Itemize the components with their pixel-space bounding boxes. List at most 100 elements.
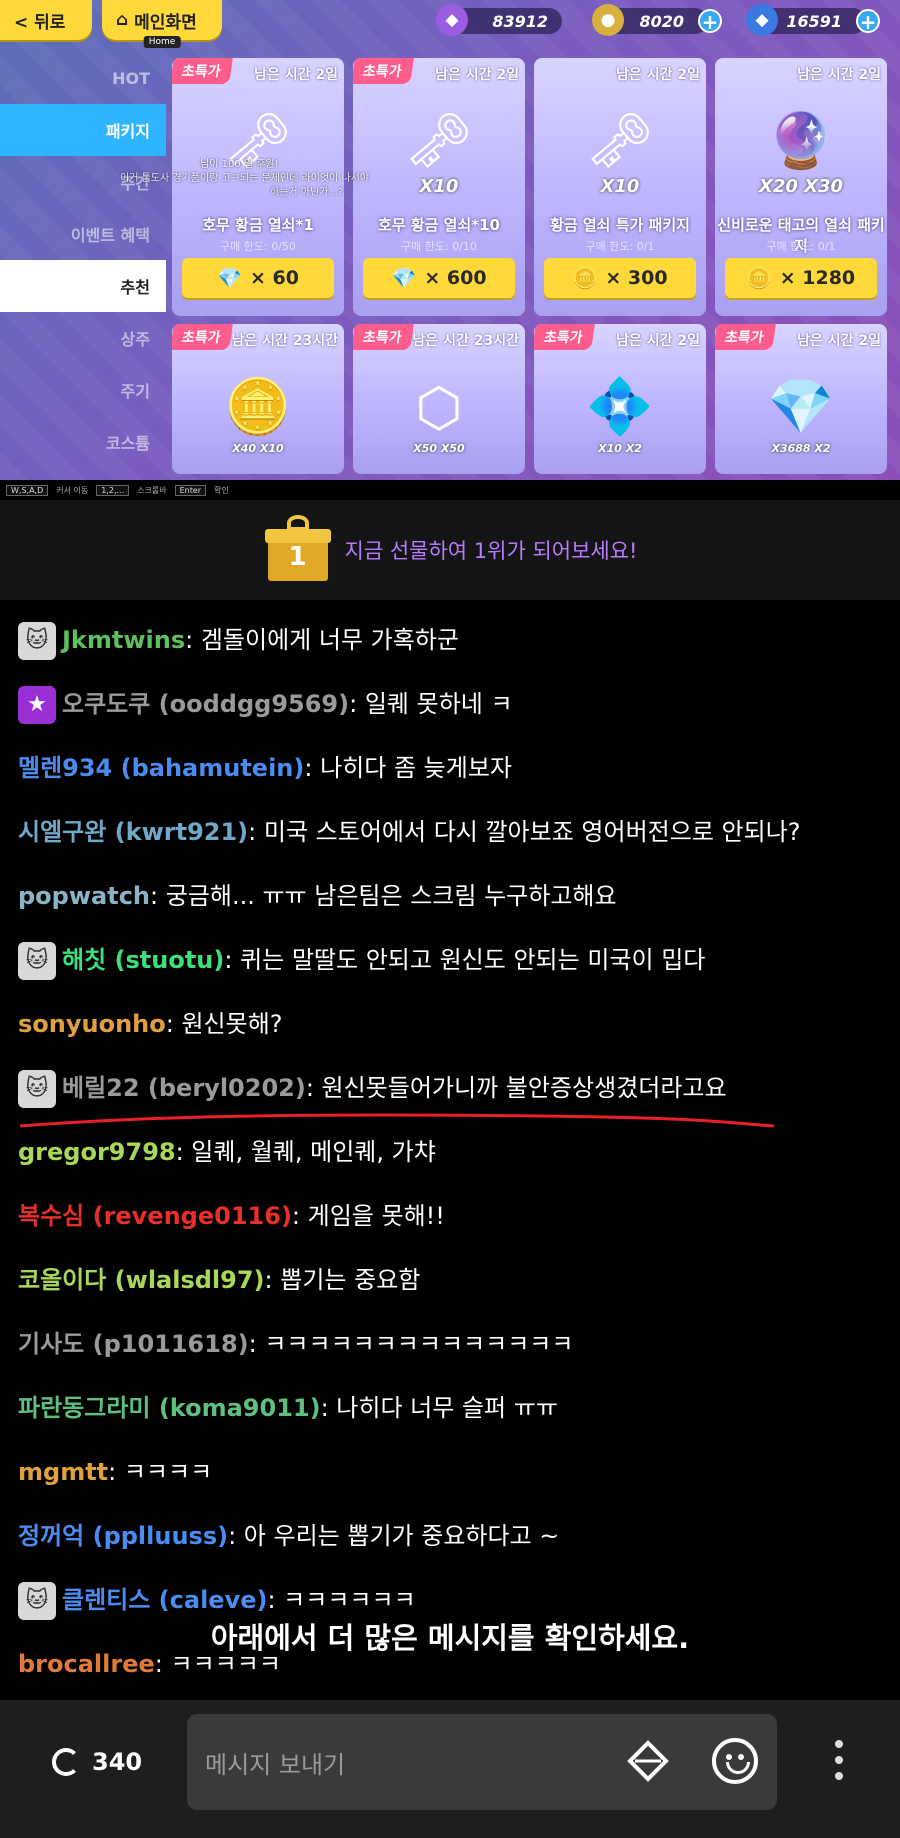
chat-nickname[interactable]: 복수심 (revenge0116)	[18, 1202, 292, 1230]
gift-banner-text: 지금 선물하여 1위가 되어보세요!	[344, 539, 638, 563]
chat-nickname[interactable]: popwatch	[18, 882, 150, 910]
chat-nickname[interactable]: mgmtt	[18, 1458, 108, 1486]
overlay-line: 님이 100 일 후원!	[200, 159, 279, 170]
chat-message: 시엘구완 (kwrt921): 미국 스토어에서 다시 깔아보죠 영어버전으로 …	[18, 814, 882, 850]
purchase-limit: 구매 한도: 0/1	[766, 240, 836, 253]
time-remaining: 남은 시간 2일	[797, 67, 881, 83]
shop-card[interactable]: 초특가 남은 시간 2일 🗝 X10 호무 황금 열쇠*10 구매 한도: 0/10 …	[353, 58, 525, 316]
price-currency-icon: 🪙	[746, 266, 772, 290]
diamond-gift-icon[interactable]	[627, 1740, 669, 1782]
time-remaining: 남은 시간 2일	[435, 67, 519, 83]
key-hint-key: Enter	[174, 484, 207, 496]
shop-card[interactable]: 남은 시간 2일 🔮 X20 X30 신비로운 태고의 열쇠 패키지 구매 한도: …	[715, 58, 887, 316]
chat-message: 코올이다 (wlalsdl97): 뽑기는 중요함	[18, 1262, 882, 1298]
more-messages-notice[interactable]: 아래에서 더 많은 메시지를 확인하세요.	[0, 1615, 900, 1657]
star-icon[interactable]: ★	[18, 686, 56, 724]
home-icon: ⌂	[116, 10, 129, 30]
shop-card[interactable]: 초특가 남은 시간 23시간 🪙 X40 X10	[172, 324, 344, 474]
chat-nickname[interactable]: 코올이다 (wlalsdl97)	[18, 1266, 265, 1294]
menu-label: 추천	[120, 278, 150, 297]
menu-item-hot[interactable]: HOT	[0, 52, 166, 104]
item-multiplier: X50 X50	[413, 442, 465, 455]
chat-nickname[interactable]: 베릴22 (beryl0202)	[62, 1074, 306, 1102]
price-button[interactable]: 🪙 × 1280	[725, 258, 877, 298]
key-hint-key: W,S,A,D	[6, 484, 49, 496]
menu-item-recommended[interactable]: 추천	[0, 260, 166, 312]
menu-item-permanent[interactable]: 상주	[0, 312, 166, 364]
back-label: < 뒤로	[14, 12, 66, 33]
menu-label: 이벤트 혜택	[70, 226, 150, 245]
chat-nickname[interactable]: 오쿠도쿠 (ooddgg9569)	[62, 690, 349, 718]
emoji-icon[interactable]	[712, 1738, 758, 1784]
home-button[interactable]: ⌂ 메인화면 Home	[102, 0, 222, 48]
chat-text: : 일퀘, 월퀘, 메인퀘, 가챠	[175, 1138, 436, 1166]
chat-message: 멜렌934 (bahamutein): 나히다 좀 늦게보자	[18, 750, 882, 786]
shop-card[interactable]: 초특가 남은 시간 23시간 ⬡ X50 X50	[353, 324, 525, 474]
chat-bottom-bar: 340 메시지 보내기	[0, 1700, 900, 1838]
time-remaining: 남은 시간 2일	[797, 333, 881, 349]
purchase-limit: 구매 한도: 0/50	[220, 240, 296, 253]
chat-input[interactable]: 메시지 보내기	[187, 1714, 777, 1810]
gift-banner[interactable]: 1 지금 선물하여 1위가 되어보세요!	[0, 500, 900, 600]
cat-avatar-icon[interactable]: 🐱	[18, 1070, 56, 1108]
item-multiplier: X10	[419, 176, 459, 197]
chat-message: 🐱 해칫 (stuotu): 퀴는 말딸도 안되고 원신도 안되는 미국이 밉다	[18, 942, 882, 980]
price-currency-icon: 💎	[217, 266, 242, 290]
menu-item-cycle[interactable]: 주기	[0, 364, 166, 416]
item-multiplier: X40 X10	[232, 442, 284, 455]
cat-avatar-icon[interactable]: 🐱	[18, 622, 56, 660]
chat-message: sonyuonho: 원신못해?	[18, 1006, 882, 1042]
chat-message: 🐱 베릴22 (beryl0202): 원신못들어가니까 불안증상생겼더라고요	[18, 1070, 882, 1108]
chat-text: : 뽑기는 중요함	[264, 1266, 421, 1294]
chat-nickname[interactable]: Jkmtwins	[62, 626, 185, 654]
chat-nickname[interactable]: 해칫 (stuotu)	[62, 946, 224, 974]
menu-item-package[interactable]: 패키지	[0, 104, 166, 156]
chat-nickname[interactable]: 정꺼억 (pplluuss)	[18, 1522, 228, 1550]
gold-coin-icon: ●	[592, 4, 624, 36]
donation-overlay: 님이 100 일 후원! 이거 툴도사 경기품이랑 고ㅋ되는 문제인데 라이엇이…	[120, 158, 369, 200]
menu-item-costume[interactable]: 코스튬	[0, 416, 166, 468]
chat-nickname[interactable]: 멜렌934 (bahamutein)	[18, 754, 304, 782]
chat-nickname[interactable]: 파란동그라미 (koma9011)	[18, 1394, 321, 1422]
chat-nickname[interactable]: gregor9798	[18, 1138, 176, 1166]
back-button[interactable]: < 뒤로	[0, 0, 92, 40]
chat-message: 🐱 Jkmtwins: 겜돌이에게 너무 가혹하군	[18, 622, 882, 660]
red-underline-annotation	[19, 1113, 775, 1128]
overlay-line: 이거 툴도사 경기품이랑 고ㅋ되는 문제인데 라이엇이 나서야	[120, 173, 370, 184]
sale-badge: 초특가	[353, 58, 414, 84]
overlay-line: 하는거 아닌가...?	[270, 187, 344, 198]
price-button[interactable]: 💎 × 60	[182, 258, 334, 298]
price-value: × 600	[424, 267, 487, 289]
item-name: 호무 황금 열쇠*10	[378, 216, 500, 234]
key-hint-desc: 커서 이동	[56, 485, 89, 495]
menu-label: 패키지	[105, 122, 150, 141]
shop-card[interactable]: 초특가 남은 시간 2일 💎 X3688 X2	[715, 324, 887, 474]
key-hints-bar: W,S,A,D 커서 이동 1,2,... 스크롤바 Enter 확인	[0, 480, 900, 500]
sale-badge: 초특가	[172, 324, 233, 350]
add-gold-button[interactable]: +	[698, 9, 722, 33]
chat-text: : 아 우리는 뽑기가 중요하다고 ~	[228, 1522, 560, 1550]
price-button[interactable]: 🪙 × 300	[544, 258, 696, 298]
chat-message: 정꺼억 (pplluuss): 아 우리는 뽑기가 중요하다고 ~	[18, 1518, 882, 1554]
chat-text: : ㅋㅋㅋㅋㅋㅋㅋㅋㅋㅋㅋㅋㅋㅋ	[248, 1330, 574, 1358]
chat-list: 🐱 Jkmtwins: 겜돌이에게 너무 가혹하군 ★ 오쿠도쿠 (ooddgg956…	[0, 600, 900, 1700]
key-hint-desc: 확인	[214, 485, 229, 495]
chat-nickname[interactable]: 시엘구완 (kwrt921)	[18, 818, 248, 846]
chat-nickname[interactable]: 기사도 (p1011618)	[18, 1330, 249, 1358]
shop-card[interactable]: 초특가 남은 시간 2일 💠 X10 X2	[534, 324, 706, 474]
menu-item-event[interactable]: 이벤트 혜택	[0, 208, 166, 260]
chat-nickname[interactable]: sonyuonho	[18, 1010, 166, 1038]
add-crystal-button[interactable]: +	[856, 9, 880, 33]
purchase-limit: 구매 한도: 0/10	[401, 240, 477, 253]
more-options-icon[interactable]	[834, 1740, 844, 1784]
chat-message: 파란동그라미 (koma9011): 나히다 너무 슬퍼 ㅠㅠ	[18, 1390, 882, 1426]
chat-text: : ㅋㅋㅋㅋ	[108, 1458, 213, 1486]
chat-message: ★ 오쿠도쿠 (ooddgg9569): 일퀘 못하네 ㅋ	[18, 686, 882, 724]
chat-text: : 겜돌이에게 너무 가혹하군	[185, 626, 459, 654]
chat-nickname[interactable]: 클렌티스 (caleve)	[62, 1586, 267, 1614]
cat-avatar-icon[interactable]: 🐱	[18, 942, 56, 980]
item-name: 황금 열쇠 특가 패키지	[550, 216, 690, 234]
currency-value: 8020	[639, 11, 684, 31]
price-button[interactable]: 💎 × 600	[363, 258, 515, 298]
shop-card[interactable]: 남은 시간 2일 🗝 X10 황금 열쇠 특가 패키지 구매 한도: 0/1 🪙 ×…	[534, 58, 706, 316]
